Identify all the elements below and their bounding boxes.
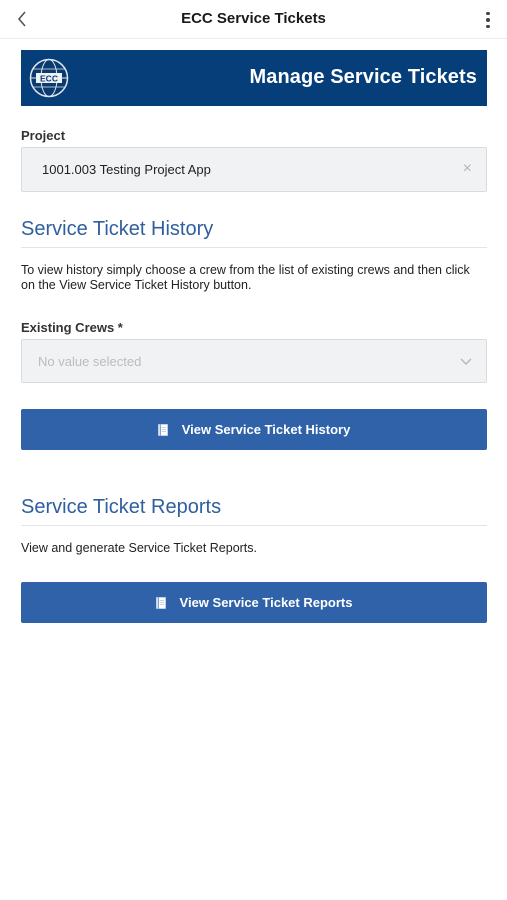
section-divider: [21, 525, 487, 526]
notebook-icon: [155, 596, 166, 609]
reports-description: View and generate Service Ticket Reports…: [21, 541, 258, 555]
kebab-dot: [486, 18, 490, 22]
notebook-icon: [157, 423, 168, 436]
view-reports-button[interactable]: View Service Ticket Reports: [21, 582, 487, 623]
chevron-down-icon: [460, 358, 472, 365]
logo-text: ECC: [40, 74, 58, 84]
project-field[interactable]: 1001.003 Testing Project App ×: [21, 147, 487, 192]
section-divider: [21, 247, 487, 248]
history-section-title: Service Ticket History: [21, 218, 214, 240]
app-title: ECC Service Tickets: [181, 10, 326, 27]
view-history-button-label: View Service Ticket History: [181, 422, 351, 437]
page-banner: ECC Manage Service Tickets: [21, 50, 487, 106]
reports-section-title: Service Ticket Reports: [21, 496, 222, 518]
kebab-dot: [486, 24, 490, 29]
existing-crews-placeholder: No value selected: [38, 354, 142, 369]
top-app-bar: ECC Service Tickets: [0, 0, 507, 39]
view-reports-button-label: View Service Ticket Reports: [179, 595, 353, 610]
history-description: To view history simply choose a crew fro…: [21, 263, 470, 292]
kebab-menu-button[interactable]: [477, 8, 499, 32]
view-history-button[interactable]: View Service Ticket History: [21, 409, 487, 450]
globe-logo-icon: ECC: [29, 58, 69, 98]
project-value: 1001.003 Testing Project App: [42, 162, 211, 177]
close-icon[interactable]: ×: [463, 160, 472, 178]
banner-title: Manage Service Tickets: [249, 66, 477, 88]
project-label: Project: [21, 128, 66, 143]
kebab-dot: [486, 11, 490, 16]
existing-crews-select[interactable]: No value selected: [21, 339, 487, 383]
existing-crews-label: Existing Crews *: [21, 320, 123, 335]
